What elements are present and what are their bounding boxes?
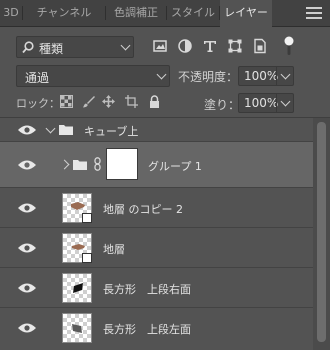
fill-value: 100% [244,96,279,110]
scrollbar-thumb[interactable] [317,122,326,342]
visibility-eye-icon[interactable] [17,322,37,334]
layer-row[interactable]: キューブ上 [0,118,313,142]
layer-name: グループ 1 [148,160,202,173]
visibility-eye-icon[interactable] [17,159,37,171]
chevron-down-icon [120,40,131,51]
smart-object-filter-icon[interactable] [252,38,268,54]
lock-transparent-icon[interactable] [60,95,73,108]
layer-row-selected[interactable]: グループ 1 [0,142,313,188]
chevron-down-icon [280,69,291,80]
opacity-field[interactable]: 100% [238,66,294,86]
layer-row[interactable]: 地層 のコピー 2 [0,188,313,228]
rectangle-shape-icon [72,324,82,333]
strata-image-icon [72,244,85,250]
fill-label: 塗り： [204,98,241,112]
layer-row[interactable]: 長方形 上段左面 [0,308,313,350]
adjustment-filter-icon[interactable] [177,38,193,54]
visibility-eye-icon[interactable] [17,202,37,214]
link-chain-icon[interactable] [94,157,101,171]
tab-styles[interactable]: スタイル [167,0,219,26]
fill-dropdown[interactable] [276,94,295,112]
chevron-down-icon [280,96,291,107]
layer-name: 長方形 上段右面 [103,283,191,296]
filter-kind-label: 種類 [39,42,64,56]
layer-thumbnail[interactable] [62,233,92,263]
layer-thumbnail[interactable] [62,273,92,303]
opacity-value: 100% [244,69,279,83]
folder-icon [59,125,73,135]
rectangle-shape-icon [73,283,83,293]
layer-name: 長方形 上段左面 [103,323,191,336]
blend-mode-select[interactable]: 通過 [16,65,170,87]
layer-mask-thumbnail[interactable] [106,148,138,180]
tab-layers[interactable]: レイヤー [220,0,272,27]
pixel-filter-icon[interactable] [152,38,168,54]
visibility-eye-icon[interactable] [17,242,37,254]
search-icon [22,41,34,54]
filter-toggle-icon[interactable] [283,35,295,57]
layer-name: 地層 [103,243,125,256]
lock-position-icon[interactable] [102,95,115,108]
smart-object-badge-icon [82,213,92,223]
layers-list: キューブ上 グループ 1 地層 のコピー 2 地層 長方形 上段右面 長方形 上… [0,118,313,350]
chevron-down-icon[interactable] [45,123,56,134]
layer-name: 地層 のコピー 2 [103,203,183,216]
type-filter-icon[interactable] [202,38,218,54]
panel-menu-icon[interactable] [306,7,322,19]
visibility-eye-icon[interactable] [17,124,37,136]
lock-artboard-icon[interactable] [125,95,138,108]
lock-all-icon[interactable] [148,95,161,108]
chevron-right-icon[interactable] [59,159,70,170]
opacity-dropdown[interactable] [276,67,295,85]
blend-mode-value: 通過 [25,71,50,85]
tab-channels[interactable]: チャンネル [23,0,105,26]
layer-thumbnail[interactable] [62,193,92,223]
layer-row[interactable]: 長方形 上段右面 [0,268,313,308]
folder-icon [73,160,87,170]
chevron-down-icon [156,69,167,80]
layer-name: キューブ上 [84,125,139,138]
lock-label: ロック： [16,97,60,110]
tab-3d[interactable]: 3D [0,0,22,26]
scrollbar[interactable] [313,118,330,350]
lock-image-icon[interactable] [82,95,95,108]
tab-adjustments[interactable]: 色調補正 [106,0,166,26]
layer-thumbnail[interactable] [62,313,92,343]
opacity-label: 不透明度： [178,70,239,84]
panel-tab-bar: 3D チャンネル 色調補正 スタイル レイヤー [0,0,330,27]
filter-kind-select[interactable]: 種類 [16,36,134,58]
layer-row[interactable]: 地層 [0,228,313,268]
strata-image-icon [71,202,85,210]
visibility-eye-icon[interactable] [17,282,37,294]
fill-field[interactable]: 100% [238,93,294,113]
smart-object-badge-icon [82,253,92,263]
shape-filter-icon[interactable] [227,38,243,54]
